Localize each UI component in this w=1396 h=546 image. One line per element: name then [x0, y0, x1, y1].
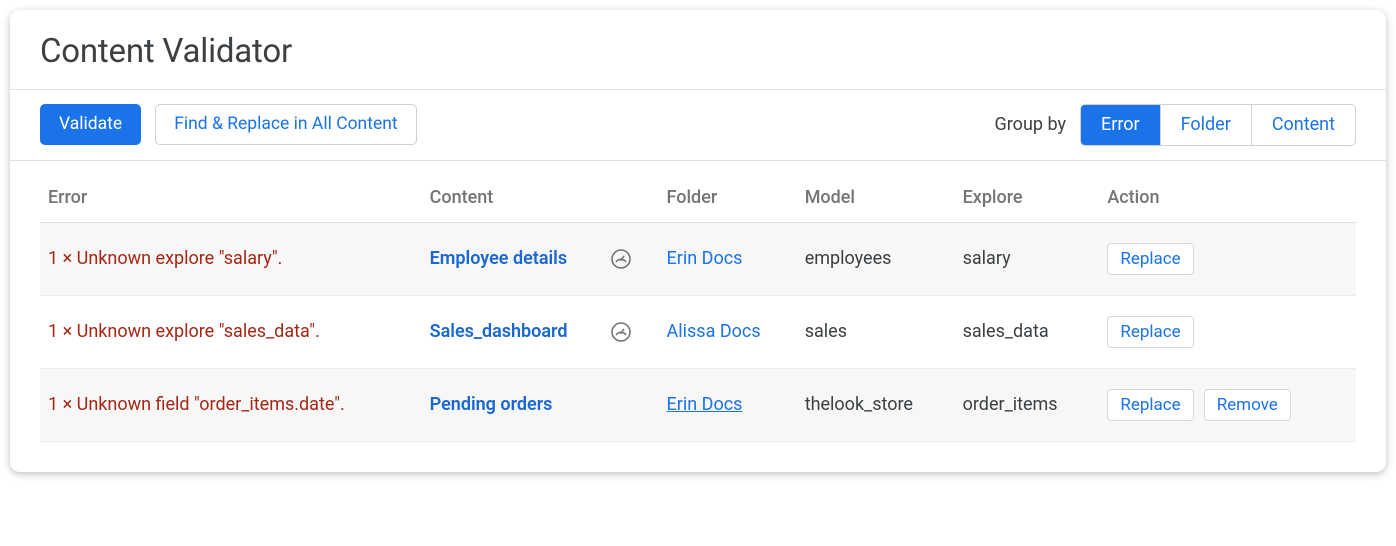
- folder-link[interactable]: Erin Docs: [667, 394, 743, 415]
- cell-error: 1 × Unknown field "order_items.date".: [40, 368, 422, 441]
- cell-error: 1 × Unknown explore "salary".: [40, 222, 422, 295]
- group-by-error-tab[interactable]: Error: [1081, 105, 1160, 145]
- col-header-explore: Explore: [955, 161, 1100, 223]
- table-wrap: Error Content Folder Model Explore Actio…: [10, 161, 1386, 472]
- error-text: 1 × Unknown explore "sales_data".: [48, 321, 320, 342]
- cell-explore: salary: [955, 222, 1100, 295]
- group-by-folder-tab[interactable]: Folder: [1160, 105, 1251, 145]
- cell-folder: Erin Docs: [659, 222, 797, 295]
- cell-model: employees: [797, 222, 955, 295]
- col-header-content: Content: [422, 161, 659, 223]
- cell-explore: sales_data: [955, 295, 1100, 368]
- col-header-action: Action: [1099, 161, 1356, 223]
- errors-table: Error Content Folder Model Explore Actio…: [40, 161, 1356, 442]
- validate-button[interactable]: Validate: [40, 104, 141, 145]
- table-header-row: Error Content Folder Model Explore Actio…: [40, 161, 1356, 223]
- replace-button[interactable]: Replace: [1107, 316, 1193, 348]
- table-row: 1 × Unknown explore "sales_data". Sales_d…: [40, 295, 1356, 368]
- folder-link[interactable]: Alissa Docs: [667, 321, 761, 342]
- toolbar: Validate Find & Replace in All Content G…: [10, 89, 1386, 161]
- content-link[interactable]: Pending orders: [430, 394, 553, 415]
- replace-button[interactable]: Replace: [1107, 389, 1193, 421]
- content-link[interactable]: Employee details: [430, 248, 567, 269]
- col-header-folder: Folder: [659, 161, 797, 223]
- cell-model: sales: [797, 295, 955, 368]
- content-link[interactable]: Sales_dashboard: [430, 321, 568, 342]
- cell-model: thelook_store: [797, 368, 955, 441]
- page-title: Content Validator: [40, 32, 1356, 71]
- cell-folder: Alissa Docs: [659, 295, 797, 368]
- table-row: 1 × Unknown explore "salary". Employee de…: [40, 222, 1356, 295]
- cell-error: 1 × Unknown explore "sales_data".: [40, 295, 422, 368]
- gauge-icon: [609, 320, 633, 344]
- error-text: 1 × Unknown explore "salary".: [48, 248, 282, 269]
- title-bar: Content Validator: [10, 10, 1386, 89]
- remove-button[interactable]: Remove: [1204, 389, 1291, 421]
- replace-button[interactable]: Replace: [1107, 243, 1193, 275]
- group-by-segmented: Error Folder Content: [1080, 104, 1356, 146]
- table-row: 1 × Unknown field "order_items.date". Pen…: [40, 368, 1356, 441]
- cell-explore: order_items: [955, 368, 1100, 441]
- folder-link[interactable]: Erin Docs: [667, 248, 743, 269]
- content-validator-card: Content Validator Validate Find & Replac…: [10, 10, 1386, 472]
- cell-action: Replace: [1099, 295, 1356, 368]
- col-header-error: Error: [40, 161, 422, 223]
- cell-action: Replace Remove: [1099, 368, 1356, 441]
- cell-action: Replace: [1099, 222, 1356, 295]
- toolbar-left: Validate Find & Replace in All Content: [40, 104, 417, 145]
- gauge-icon: [609, 247, 633, 271]
- cell-content: Pending orders: [422, 368, 659, 441]
- cell-folder: Erin Docs: [659, 368, 797, 441]
- group-by-label: Group by: [995, 114, 1066, 135]
- find-replace-button[interactable]: Find & Replace in All Content: [155, 104, 416, 145]
- cell-content: Employee details: [422, 222, 659, 295]
- col-header-model: Model: [797, 161, 955, 223]
- toolbar-right: Group by Error Folder Content: [995, 104, 1357, 146]
- group-by-content-tab[interactable]: Content: [1251, 105, 1355, 145]
- cell-content: Sales_dashboard: [422, 295, 659, 368]
- error-text: 1 × Unknown field "order_items.date".: [48, 394, 345, 415]
